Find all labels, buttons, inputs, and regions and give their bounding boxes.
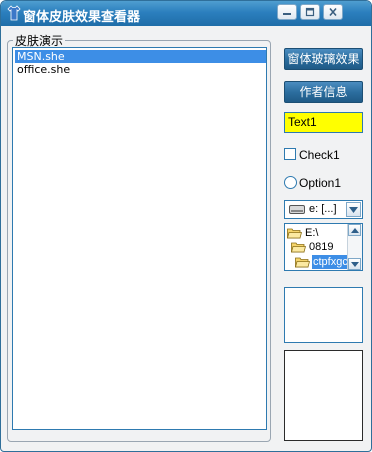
option1-label[interactable]: Option1 [299, 176, 341, 190]
window-title: 窗体皮肤效果查看器 [23, 10, 141, 25]
scroll-down-button[interactable] [348, 258, 361, 270]
dir-label: E:\ [305, 227, 319, 239]
dir-scrollbar[interactable] [347, 224, 362, 270]
skin-list[interactable]: MSN.she office.she [12, 47, 267, 430]
scroll-up-button[interactable] [348, 224, 361, 236]
check1-checkbox[interactable] [284, 148, 296, 160]
drive-select[interactable]: e: [...] [284, 200, 363, 219]
list-item[interactable]: office.she [15, 63, 266, 76]
drive-value: e: [...] [309, 203, 337, 215]
check1-label[interactable]: Check1 [299, 148, 340, 162]
app-window: 窗体皮肤效果查看器 皮肤演示 MSN.she office.she 窗体玻璃效果… [0, 0, 372, 452]
maximize-icon [305, 7, 315, 17]
folder-open-icon [295, 257, 310, 268]
minimize-button[interactable] [277, 4, 297, 20]
folder-open-icon [287, 228, 302, 239]
picture-box [284, 350, 363, 441]
drive-icon [289, 205, 305, 214]
dir-label: ctpfxgc [312, 255, 349, 269]
folder-open-icon [291, 242, 306, 253]
maximize-button[interactable] [300, 4, 320, 20]
author-info-button[interactable]: 作者信息 [284, 81, 363, 103]
text1-input[interactable]: Text1 [284, 112, 363, 133]
close-button[interactable] [323, 4, 343, 20]
minimize-icon [283, 13, 291, 15]
option1-radio[interactable] [284, 176, 297, 189]
drive-dropdown-button[interactable] [346, 202, 361, 217]
glass-effect-button[interactable]: 窗体玻璃效果 [284, 48, 363, 70]
dir-label: 0819 [309, 241, 334, 253]
chevron-down-icon [349, 207, 358, 213]
title-bar[interactable]: 窗体皮肤效果查看器 [1, 1, 371, 26]
directory-list[interactable]: E:\ 0819 ctpfxgc [284, 223, 363, 271]
close-icon [329, 7, 337, 17]
tshirt-icon [7, 5, 21, 21]
chevron-up-icon [351, 228, 359, 233]
chevron-down-icon [351, 262, 359, 267]
file-list-box[interactable] [284, 287, 363, 343]
list-item[interactable]: MSN.she [15, 50, 266, 63]
